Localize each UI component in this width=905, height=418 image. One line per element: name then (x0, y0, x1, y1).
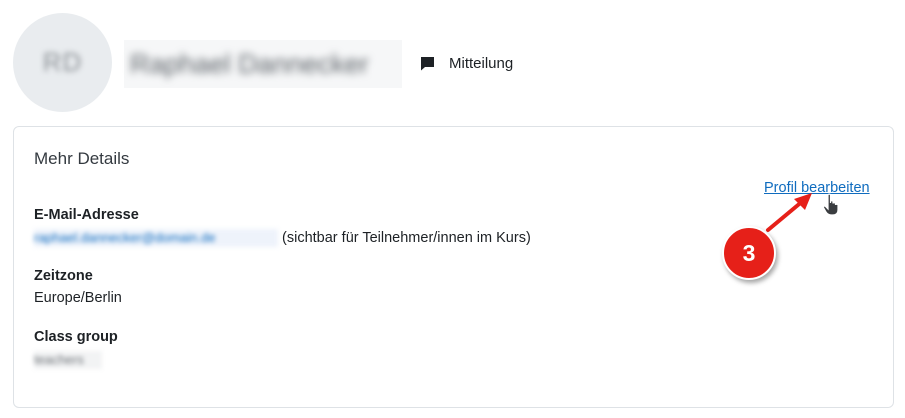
message-button[interactable]: Mitteilung (419, 51, 513, 75)
annotation-arrow-icon (766, 193, 812, 232)
details-card-title: Mehr Details (34, 149, 130, 168)
annotation-step-badge: 3 (722, 226, 776, 280)
profile-page: RD Raphael Dannecker Mitteilung Mehr Det… (0, 0, 905, 418)
email-section: E-Mail-Adresse raphael.dannecker@domain.… (34, 207, 531, 247)
email-label: E-Mail-Adresse (34, 207, 139, 223)
message-label: Mitteilung (449, 54, 514, 72)
user-name-heading: Raphael Dannecker (124, 40, 402, 88)
email-link[interactable]: raphael.dannecker@domain.de (34, 229, 278, 247)
timezone-value: Europe/Berlin (34, 290, 122, 306)
avatar[interactable]: RD (13, 13, 112, 112)
class-group-section: Class group teachers (34, 329, 118, 369)
class-group-label: Class group (34, 329, 118, 345)
user-name-text: Raphael Dannecker (130, 48, 369, 79)
timezone-label: Zeitzone (34, 268, 93, 284)
hand-cursor-icon (822, 193, 839, 216)
class-group-row: teachers (34, 351, 118, 369)
speech-bubble-icon (419, 55, 436, 72)
email-row: raphael.dannecker@domain.de (sichtbar fü… (34, 229, 531, 247)
timezone-section: Zeitzone Europe/Berlin (34, 268, 122, 306)
class-group-value: teachers (34, 351, 102, 369)
email-visibility-note: (sichtbar für Teilnehmer/innen im Kurs) (282, 229, 531, 246)
avatar-initials: RD (42, 47, 83, 77)
